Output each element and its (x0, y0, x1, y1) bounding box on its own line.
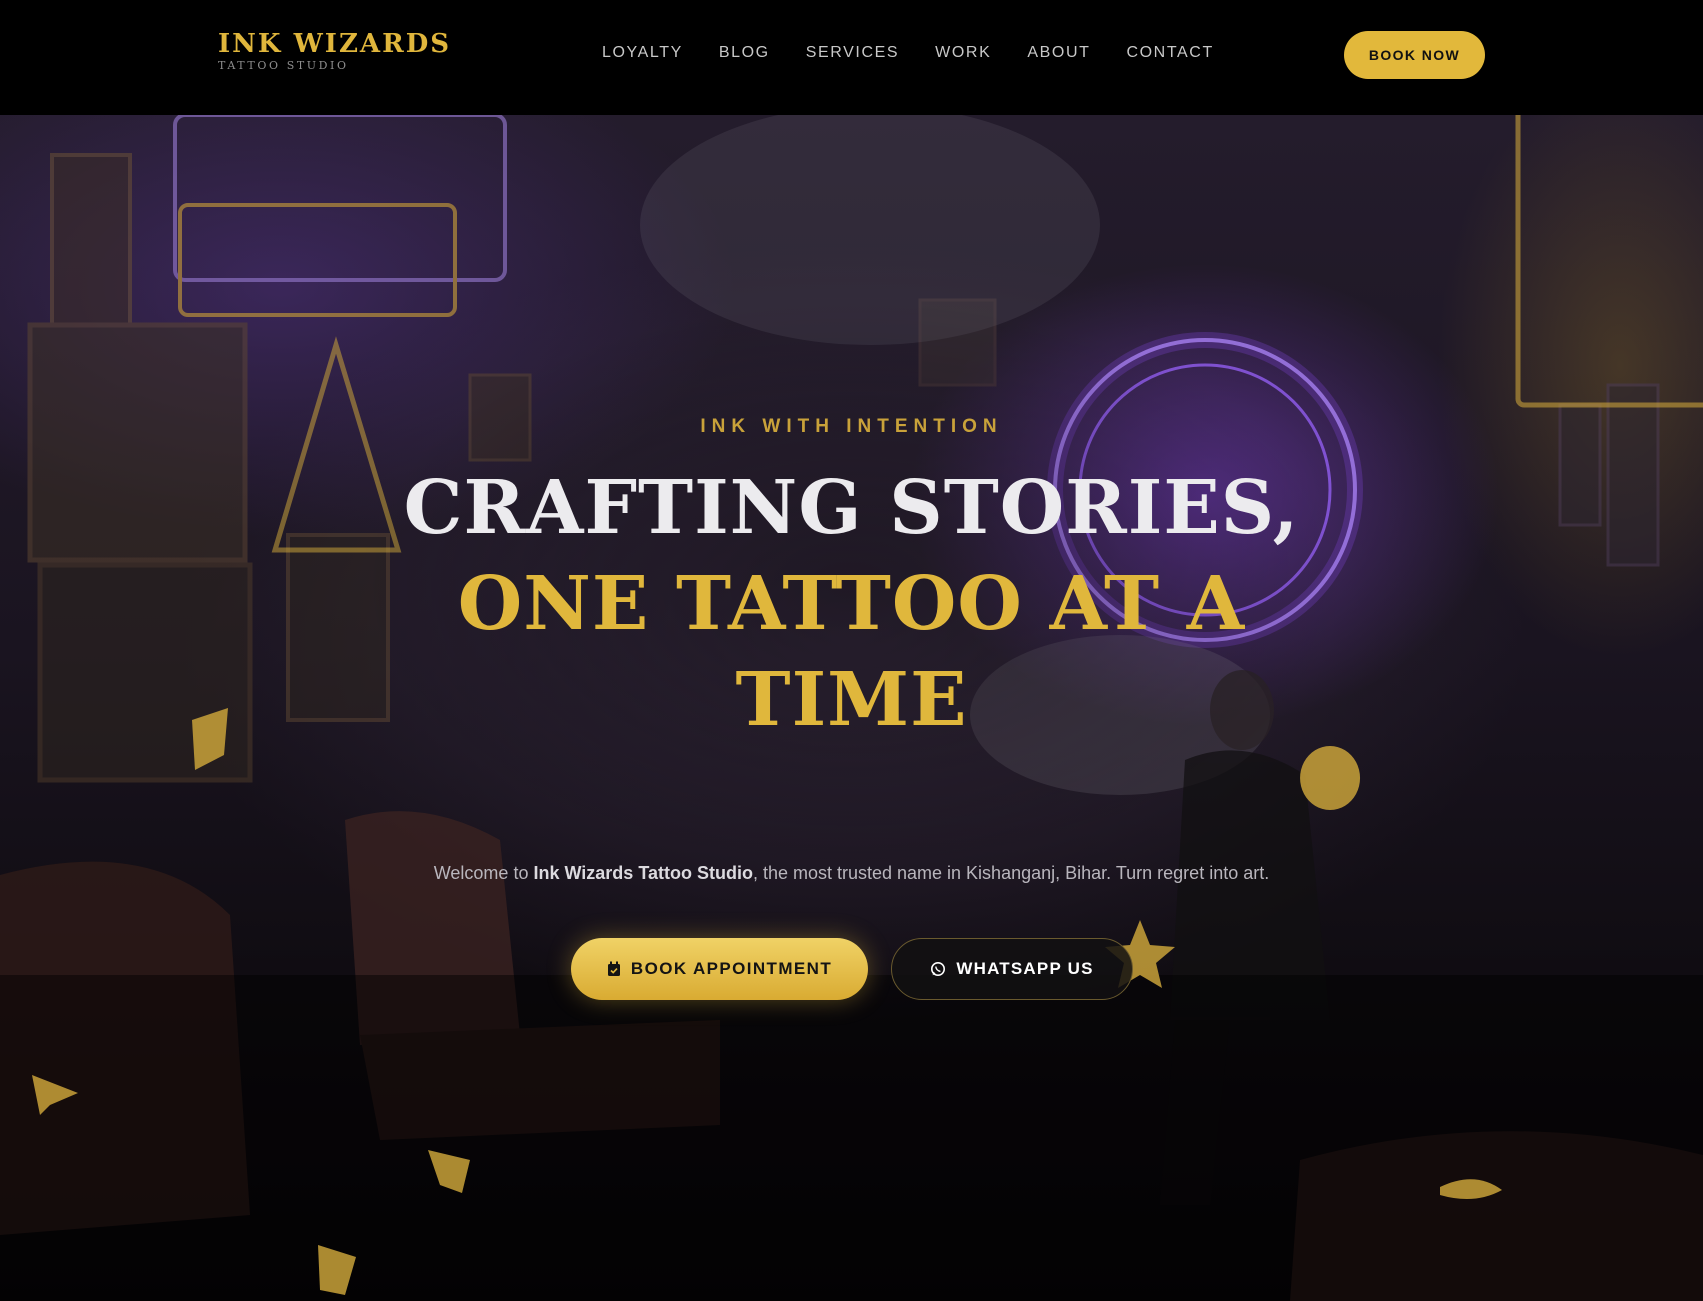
book-appointment-label: BOOK APPOINTMENT (630, 959, 833, 978)
book-now-button[interactable]: BOOK NOW (1344, 31, 1485, 79)
nav-link-loyalty[interactable]: LOYALTY (602, 44, 683, 62)
whatsapp-button[interactable]: WHATSAPP US (891, 938, 1133, 1000)
hero-description: Welcome to Ink Wizards Tattoo Studio, th… (0, 863, 1703, 884)
headline-line-1: CRAFTING STORIES, (403, 465, 1300, 551)
nav-link-blog[interactable]: BLOG (719, 44, 770, 62)
nav-link-contact[interactable]: CONTACT (1126, 44, 1213, 62)
nav-link-work[interactable]: WORK (935, 44, 991, 62)
book-appointment-button[interactable]: BOOK APPOINTMENT (571, 938, 868, 1000)
lede-suffix: , the most trusted name in Kishanganj, B… (752, 863, 1270, 883)
hero-headline: CRAFTING STORIES, ONE TATTOO AT A TIME (0, 460, 1703, 748)
brand-subtitle: TATTOO STUDIO (218, 59, 349, 72)
whatsapp-label: WHATSAPP US (956, 959, 1094, 978)
headline-line-2: ONE TATTOO AT A (457, 561, 1246, 647)
nav-link-services[interactable]: SERVICES (806, 44, 899, 62)
lede-prefix: Welcome to (433, 863, 534, 883)
studio-name: Ink Wizards Tattoo Studio (533, 863, 753, 883)
brand-logo[interactable]: INK WIZARDS TATTOO STUDIO (218, 31, 451, 71)
main-nav: LOYALTY BLOG SERVICES WORK ABOUT CONTACT (602, 44, 1214, 62)
headline-line-3: TIME (735, 657, 968, 743)
calendar-icon (607, 961, 621, 977)
whatsapp-icon (930, 961, 946, 977)
hero-eyebrow: INK WITH INTENTION (700, 416, 1003, 437)
brand-name: INK WIZARDS (218, 29, 452, 59)
hero-section: INK WITH INTENTION CRAFTING STORIES, ONE… (0, 115, 1703, 1301)
nav-link-about[interactable]: ABOUT (1027, 44, 1090, 62)
top-navbar: INK WIZARDS TATTOO STUDIO LOYALTY BLOG S… (0, 0, 1703, 115)
